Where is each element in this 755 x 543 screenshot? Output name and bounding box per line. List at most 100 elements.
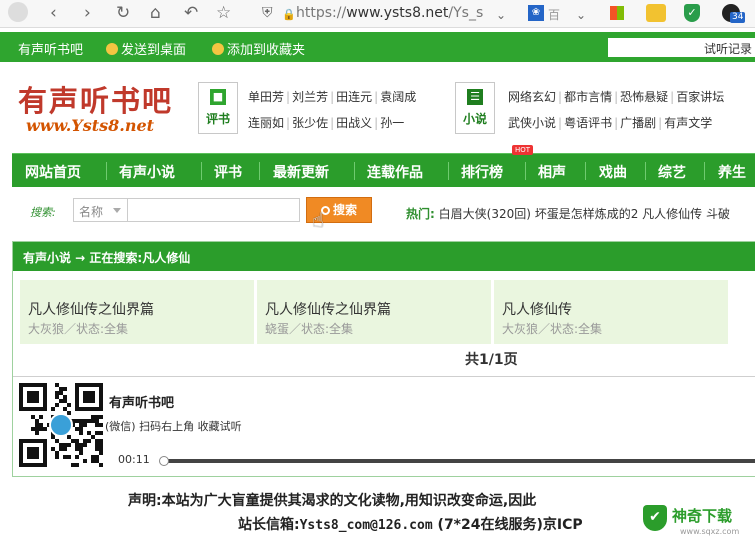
pingshu-label: 评书: [205, 112, 230, 126]
browser-toolbar: ‹ › ↻ ⌂ ↶ ☆ ⛨ 🔒 https://www.ysts8.net/Ys…: [0, 0, 755, 28]
baidu-paw-icon[interactable]: ❀: [528, 5, 544, 21]
chevron-down-icon[interactable]: ⌄: [576, 5, 586, 25]
nav-home[interactable]: 网站首页: [25, 162, 81, 182]
nav-serial[interactable]: 连载作品: [367, 162, 423, 182]
hand-cursor-icon: ☝: [312, 208, 325, 232]
undo-icon[interactable]: ↶: [184, 3, 198, 23]
url-host: www.ysts8.net: [346, 5, 449, 21]
hot-links[interactable]: 白眉大侠(320回) 坏蛋是怎样炼成的2 凡人修仙传 斗破: [439, 207, 730, 221]
notification-badge: 34: [730, 12, 746, 23]
pingshu-row2: 连丽如 | 张少佐 | 田战义 | 孙一: [248, 116, 405, 130]
artist-link[interactable]: 张少佐: [292, 116, 328, 130]
player-progress-track[interactable]: [159, 456, 755, 466]
chevron-down-icon[interactable]: ⌄: [496, 5, 506, 25]
nav-health[interactable]: 养生: [718, 162, 746, 182]
security-extension-icon[interactable]: ✓: [684, 4, 700, 22]
history-box[interactable]: 试听记录: [608, 38, 755, 57]
results-panel: 有声小说 → 正在搜索:凡人修仙 凡人修仙传之仙界篇 大灰狼／状态:全集 凡人修…: [12, 241, 755, 477]
add-favorite-label: 添加到收藏夹: [227, 43, 306, 58]
genre-link[interactable]: 恐怖悬疑: [620, 90, 668, 104]
genre-link[interactable]: 粤语评书: [564, 116, 612, 130]
wechat-tip: (微信) 扫码右上角 收藏试听: [105, 420, 242, 433]
chevron-down-icon: [113, 208, 121, 213]
address-bar[interactable]: https://www.ysts8.net/Ys_s: [296, 4, 483, 22]
add-favorite-link[interactable]: 添加到收藏夹: [212, 39, 305, 58]
hot-searches: 热门: 白眉大侠(320回) 坏蛋是怎样炼成的2 凡人修仙传 斗破: [406, 205, 730, 222]
nav-ranking[interactable]: 排行榜: [461, 162, 503, 182]
windows-grid-icon[interactable]: [610, 6, 624, 20]
email-label: 站长信箱:: [238, 517, 300, 533]
artist-link[interactable]: 袁阔成: [380, 90, 416, 104]
player-progress-knob[interactable]: [159, 456, 169, 466]
qr-code-icon: [19, 383, 103, 467]
reload-icon[interactable]: ↻: [116, 3, 130, 23]
nav-divider: [585, 162, 586, 180]
shield-icon[interactable]: ⛨: [262, 3, 273, 23]
nav-divider: [106, 162, 107, 180]
nav-divider: [259, 162, 260, 180]
book-icon: ■: [210, 89, 226, 105]
topbar-site-link[interactable]: 有声听书吧: [18, 39, 83, 58]
nav-divider: [704, 162, 705, 180]
artist-link[interactable]: 连丽如: [248, 116, 284, 130]
nav-audio-novels[interactable]: 有声小说: [119, 162, 175, 182]
send-desktop-link[interactable]: 发送到桌面: [106, 39, 186, 58]
genre-link[interactable]: 武侠小说: [508, 116, 556, 130]
watermark-name: 神奇下载: [672, 507, 733, 525]
nav-variety[interactable]: 综艺: [658, 162, 686, 182]
result-title[interactable]: 凡人修仙传之仙界篇: [28, 299, 154, 319]
pingshu-row1: 单田芳 | 刘兰芳 | 田连元 | 袁阔成: [248, 90, 417, 104]
xiaoshuo-label: 小说: [462, 112, 487, 126]
artist-link[interactable]: 田连元: [336, 90, 372, 104]
search-type-select[interactable]: 名称: [73, 198, 128, 222]
send-desktop-label: 发送到桌面: [121, 43, 187, 58]
artist-link[interactable]: 田战义: [336, 116, 372, 130]
history-label: 试听记录: [703, 42, 752, 56]
main-nav: 网站首页 有声小说 评书 最新更新 连载作品 排行榜 相声 戏曲 综艺 养生: [12, 153, 755, 187]
player-time: 00:11: [118, 453, 150, 466]
extension-label: 百: [548, 8, 561, 22]
artist-link[interactable]: 单田芳: [248, 90, 284, 104]
genre-link[interactable]: 都市言情: [564, 90, 612, 104]
search-type-value: 名称: [79, 205, 104, 219]
site-logo[interactable]: 有声听书吧: [18, 78, 173, 120]
nav-latest[interactable]: 最新更新: [273, 162, 329, 182]
email-link[interactable]: Ysts8_com@126.com: [300, 518, 433, 533]
nav-pingshu[interactable]: 评书: [214, 162, 242, 182]
site-topbar: 有声听书吧 发送到桌面 添加到收藏夹 试听记录: [0, 32, 755, 62]
genre-link[interactable]: 网络玄幻: [508, 90, 556, 104]
site-logo-domain: www.Ysts8.net: [26, 116, 155, 135]
pingshu-badge[interactable]: ■ 评书: [198, 82, 238, 134]
artist-link[interactable]: 刘兰芳: [292, 90, 328, 104]
home-icon[interactable]: ⌂: [150, 3, 161, 23]
watermark-shield-icon: ✔: [643, 505, 667, 531]
nav-divider: [201, 162, 202, 180]
genre-link[interactable]: 广播剧: [620, 116, 656, 130]
result-title[interactable]: 凡人修仙传之仙界篇: [265, 299, 391, 319]
nav-divider: [354, 162, 355, 180]
breadcrumb: 有声小说 → 正在搜索:凡人修仙: [13, 242, 755, 271]
xiaoshuo-row1: 网络玄幻 | 都市言情 | 恐怖悬疑 | 百家讲坛: [508, 90, 725, 104]
browser-logo-icon: [8, 2, 28, 22]
genre-link[interactable]: 百家讲坛: [676, 90, 724, 104]
result-title[interactable]: 凡人修仙传: [502, 299, 572, 319]
back-icon[interactable]: ‹: [50, 3, 57, 23]
result-meta: 蛲蛋／状态:全集: [265, 322, 354, 336]
audio-player: 00:11: [113, 450, 755, 470]
dog-extension-icon[interactable]: [646, 4, 666, 22]
list-icon: ☰: [467, 89, 483, 105]
promo-site-name: 有声听书吧: [109, 396, 175, 411]
genre-link[interactable]: 有声文学: [664, 116, 712, 130]
watermark-logo: ✔ 神奇下载 www.sqxz.com: [640, 500, 755, 543]
forward-icon[interactable]: ›: [84, 3, 91, 23]
search-input[interactable]: [127, 198, 300, 222]
nav-opera[interactable]: 戏曲: [599, 162, 627, 182]
artist-link[interactable]: 孙一: [380, 116, 404, 130]
star-icon[interactable]: ☆: [216, 3, 231, 23]
nav-crosstalk[interactable]: 相声: [538, 162, 566, 182]
result-card[interactable]: 凡人修仙传之仙界篇 大灰狼／状态:全集: [20, 280, 254, 344]
url-path: /Ys_s: [448, 5, 484, 21]
result-card[interactable]: 凡人修仙传 大灰狼／状态:全集: [494, 280, 728, 344]
xiaoshuo-badge[interactable]: ☰ 小说: [455, 82, 495, 134]
result-card[interactable]: 凡人修仙传之仙界篇 蛲蛋／状态:全集: [257, 280, 491, 344]
